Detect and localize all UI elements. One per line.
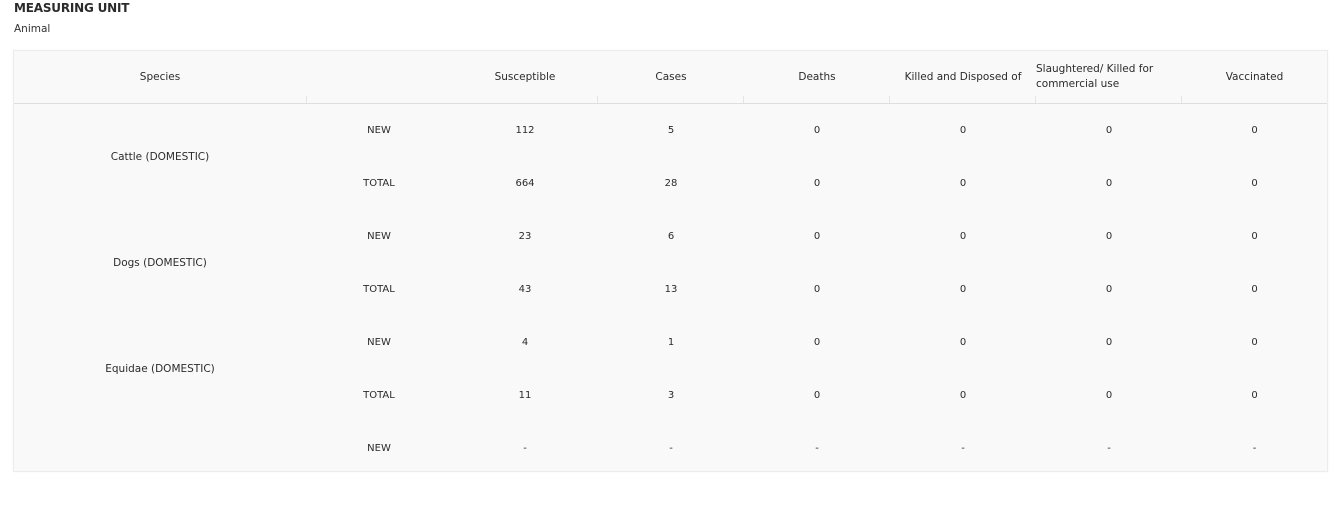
cell-deaths: 0 <box>813 231 821 242</box>
cell-susceptible: 664 <box>515 178 535 189</box>
table-row: NEW 4 1 0 0 0 0 <box>14 316 1327 369</box>
row-label: NEW <box>367 337 391 348</box>
species-group: Cattle (DOMESTIC) NEW 112 5 0 0 0 0 TOTA… <box>14 104 1327 210</box>
cell-slaughtered: 0 <box>1105 284 1113 295</box>
header-vaccinated: Vaccinated <box>1225 71 1284 83</box>
cell-susceptible: 43 <box>518 284 532 295</box>
cell-vaccinated: 0 <box>1251 231 1258 242</box>
cell-vaccinated: 0 <box>1251 284 1258 295</box>
table-body: Cattle (DOMESTIC) NEW 112 5 0 0 0 0 TOTA… <box>14 104 1327 528</box>
cell-cases: 28 <box>664 178 678 189</box>
cell-vaccinated: - <box>1252 443 1257 454</box>
cell-cases: 3 <box>667 390 675 401</box>
cell-cases: - <box>669 443 673 454</box>
header-divider <box>14 96 307 103</box>
row-label: NEW <box>367 125 391 136</box>
cell-deaths: 0 <box>813 337 821 348</box>
header-divider <box>1036 96 1182 103</box>
cell-susceptible: 4 <box>521 337 529 348</box>
species-group: Equidae (DOMESTIC) NEW 4 1 0 0 0 0 TOTAL… <box>14 316 1327 422</box>
cell-slaughtered: 0 <box>1105 390 1113 401</box>
cell-killed-disposed: 0 <box>959 390 967 401</box>
cell-vaccinated: 0 <box>1251 178 1258 189</box>
row-label: TOTAL <box>363 390 395 401</box>
table-row: NEW 112 5 0 0 0 0 <box>14 104 1327 157</box>
cell-slaughtered: 0 <box>1105 125 1113 136</box>
cell-susceptible: 23 <box>518 231 532 242</box>
cell-killed-disposed: 0 <box>959 231 967 242</box>
row-label: TOTAL <box>363 178 395 189</box>
table-row: NEW - - - - - - <box>14 422 1327 475</box>
cell-killed-disposed: 0 <box>959 337 967 348</box>
cell-vaccinated: 0 <box>1251 337 1258 348</box>
cell-susceptible: 11 <box>518 390 532 401</box>
cell-cases: 13 <box>664 284 678 295</box>
cell-killed-disposed: 0 <box>959 178 967 189</box>
table-row: NEW 23 6 0 0 0 0 <box>14 210 1327 263</box>
row-label: TOTAL <box>363 284 395 295</box>
cell-deaths: 0 <box>813 284 821 295</box>
cell-slaughtered: 0 <box>1105 337 1113 348</box>
species-group: Dogs (DOMESTIC) NEW 23 6 0 0 0 0 TOTAL 4… <box>14 210 1327 316</box>
header-divider <box>890 96 1036 103</box>
cell-deaths: 0 <box>813 390 821 401</box>
cell-susceptible: - <box>523 443 527 454</box>
table-row: TOTAL 11 3 0 0 0 0 <box>14 369 1327 422</box>
header-divider <box>744 96 890 103</box>
table-row: TOTAL 664 28 0 0 0 0 <box>14 157 1327 210</box>
cell-deaths: - <box>815 443 819 454</box>
header-divider <box>452 96 598 103</box>
header-divider <box>598 96 744 103</box>
cell-slaughtered: 0 <box>1105 178 1113 189</box>
cell-deaths: 0 <box>813 125 821 136</box>
cell-cases: 6 <box>667 231 675 242</box>
measuring-unit-value: Animal <box>14 23 51 35</box>
cell-killed-disposed: 0 <box>959 284 967 295</box>
cell-killed-disposed: - <box>961 443 965 454</box>
species-table: Species Susceptible Cases Deaths Killed … <box>13 50 1328 472</box>
cell-slaughtered: - <box>1107 443 1111 454</box>
cell-deaths: 0 <box>813 178 821 189</box>
cell-cases: 1 <box>667 337 675 348</box>
table-row: TOTAL 43 13 0 0 0 0 <box>14 263 1327 316</box>
table-header: Species Susceptible Cases Deaths Killed … <box>14 51 1327 104</box>
row-label: NEW <box>367 231 391 242</box>
species-group: NEW - - - - - - <box>14 422 1327 528</box>
measuring-unit-title: MEASURING UNIT <box>14 1 130 15</box>
cell-vaccinated: 0 <box>1251 390 1258 401</box>
cell-vaccinated: 0 <box>1251 125 1258 136</box>
measuring-unit: MEASURING UNIT Animal <box>14 0 129 36</box>
cell-cases: 5 <box>667 125 675 136</box>
cell-slaughtered: 0 <box>1105 231 1113 242</box>
cell-susceptible: 112 <box>515 125 535 136</box>
row-label: NEW <box>367 443 391 454</box>
cell-killed-disposed: 0 <box>959 125 967 136</box>
